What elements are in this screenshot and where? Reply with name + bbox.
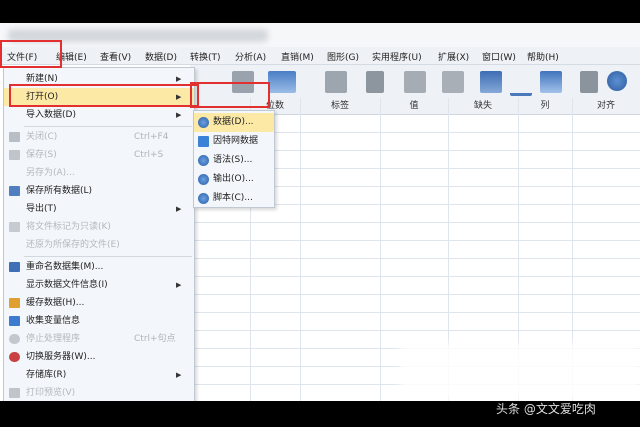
weight-cases-icon[interactable]: [510, 71, 532, 96]
column-header-align[interactable]: 对齐: [572, 98, 640, 115]
menu-utilities[interactable]: 实用程序(U): [372, 50, 422, 63]
file-menu: 新建(N) ▶ 打开(O) ▶ 导入数据(D) ▶ 关闭(C) Ctrl+F4 …: [3, 67, 195, 401]
submenu-arrow-icon: ▶: [176, 111, 182, 119]
print-preview-icon: [9, 388, 20, 398]
file-menu-save: 保存(S) Ctrl+S: [4, 146, 194, 164]
script-file-icon: [198, 193, 209, 204]
file-menu-export[interactable]: 导出(T) ▶: [4, 200, 194, 218]
submenu-arrow-icon: ▶: [176, 281, 182, 289]
rename-dataset-icon: [9, 262, 20, 272]
column-header-values[interactable]: 值: [380, 98, 449, 115]
save-all-icon: [9, 186, 20, 196]
highlight-open-item: [9, 84, 199, 107]
column-header-columns[interactable]: 列: [518, 98, 573, 115]
value-labels-icon[interactable]: [580, 71, 598, 93]
syntax-file-icon: [198, 155, 209, 166]
file-menu-display-file-info[interactable]: 显示数据文件信息(I) ▶: [4, 276, 194, 294]
menu-separator: [24, 256, 192, 257]
file-menu-mark-read-only: 将文件标记为只读(K): [4, 218, 194, 236]
use-sets-icon[interactable]: [607, 71, 627, 91]
stop-icon: [9, 334, 20, 344]
file-menu-print-preview: 打印预览(V): [4, 384, 194, 401]
cache-data-icon: [9, 298, 20, 308]
open-output-item[interactable]: 输出(O)...: [194, 170, 274, 189]
save-icon: [9, 150, 20, 160]
collect-info-icon: [9, 316, 20, 326]
menu-extensions[interactable]: 扩展(X): [438, 50, 469, 63]
file-menu-save-as: 另存为(A)...: [26, 168, 75, 178]
menu-view[interactable]: 查看(V): [100, 50, 131, 63]
menu-separator: [24, 126, 192, 127]
insert-cases-icon[interactable]: [404, 71, 426, 93]
menu-direct-marketing[interactable]: 直销(M): [281, 50, 314, 63]
read-only-icon: [9, 222, 20, 232]
title-bar: [0, 23, 640, 47]
variables-icon[interactable]: [268, 71, 296, 93]
open-data-item[interactable]: 数据(D)...: [194, 113, 274, 132]
internet-data-icon: [198, 136, 209, 147]
spss-window: 文件(F) 编辑(E) 查看(V) 数据(D) 转换(T) 分析(A) 直销(M…: [0, 23, 640, 401]
close-file-icon: [9, 132, 20, 142]
file-menu-revert: 还原为所保存的文件(E): [26, 240, 120, 250]
menu-graphs[interactable]: 图形(G): [327, 50, 359, 63]
data-file-icon: [198, 117, 209, 128]
file-menu-cache-data[interactable]: 缓存数据(H)...: [4, 294, 194, 312]
submenu-arrow-icon: ▶: [176, 205, 182, 213]
menu-window[interactable]: 窗口(W): [482, 50, 516, 63]
column-header-missing[interactable]: 缺失: [448, 98, 519, 115]
goto-case-icon[interactable]: [325, 71, 347, 93]
menu-transform[interactable]: 转换(T): [190, 50, 221, 63]
menu-analyze[interactable]: 分析(A): [235, 50, 266, 63]
watermark: 头条 @文文爱吃肉: [496, 402, 596, 416]
open-internet-data-item[interactable]: 因特网数据: [194, 132, 274, 151]
file-menu-rename-dataset[interactable]: 重命名数据集(M)...: [4, 258, 194, 276]
highlight-data-item: [190, 82, 270, 108]
menu-data[interactable]: 数据(D): [145, 50, 177, 63]
file-menu-collect-variable-info[interactable]: 收集变量信息: [4, 312, 194, 330]
output-file-icon: [198, 174, 209, 185]
menu-help[interactable]: 帮助(H): [527, 50, 559, 63]
blurred-region: [400, 343, 640, 401]
file-menu-import-data[interactable]: 导入数据(D) ▶: [4, 106, 194, 124]
open-syntax-item[interactable]: 语法(S)...: [194, 151, 274, 170]
find-icon[interactable]: [366, 71, 384, 93]
insert-variable-icon[interactable]: [442, 71, 464, 93]
highlight-file-menu: [0, 40, 62, 68]
server-icon: [9, 352, 20, 362]
submenu-arrow-icon: ▶: [176, 371, 182, 379]
select-cases-icon[interactable]: [540, 71, 562, 93]
file-menu-switch-server[interactable]: 切换服务器(W)...: [4, 348, 194, 366]
file-menu-save-all-data[interactable]: 保存所有数据(L): [4, 182, 194, 200]
open-script-item[interactable]: 脚本(C)...: [194, 189, 274, 208]
file-menu-close: 关闭(C) Ctrl+F4: [4, 128, 194, 146]
file-menu-stop-processor: 停止处理程序 Ctrl+句点: [4, 330, 194, 348]
open-submenu: 数据(D)... 因特网数据 语法(S)... 输出(O)... 脚本(C)..…: [193, 110, 275, 208]
file-menu-repository[interactable]: 存储库(R) ▶: [4, 366, 194, 384]
split-file-icon[interactable]: [480, 71, 502, 93]
menu-bar: 文件(F) 编辑(E) 查看(V) 数据(D) 转换(T) 分析(A) 直销(M…: [0, 47, 640, 65]
column-header-label[interactable]: 标签: [300, 98, 381, 115]
